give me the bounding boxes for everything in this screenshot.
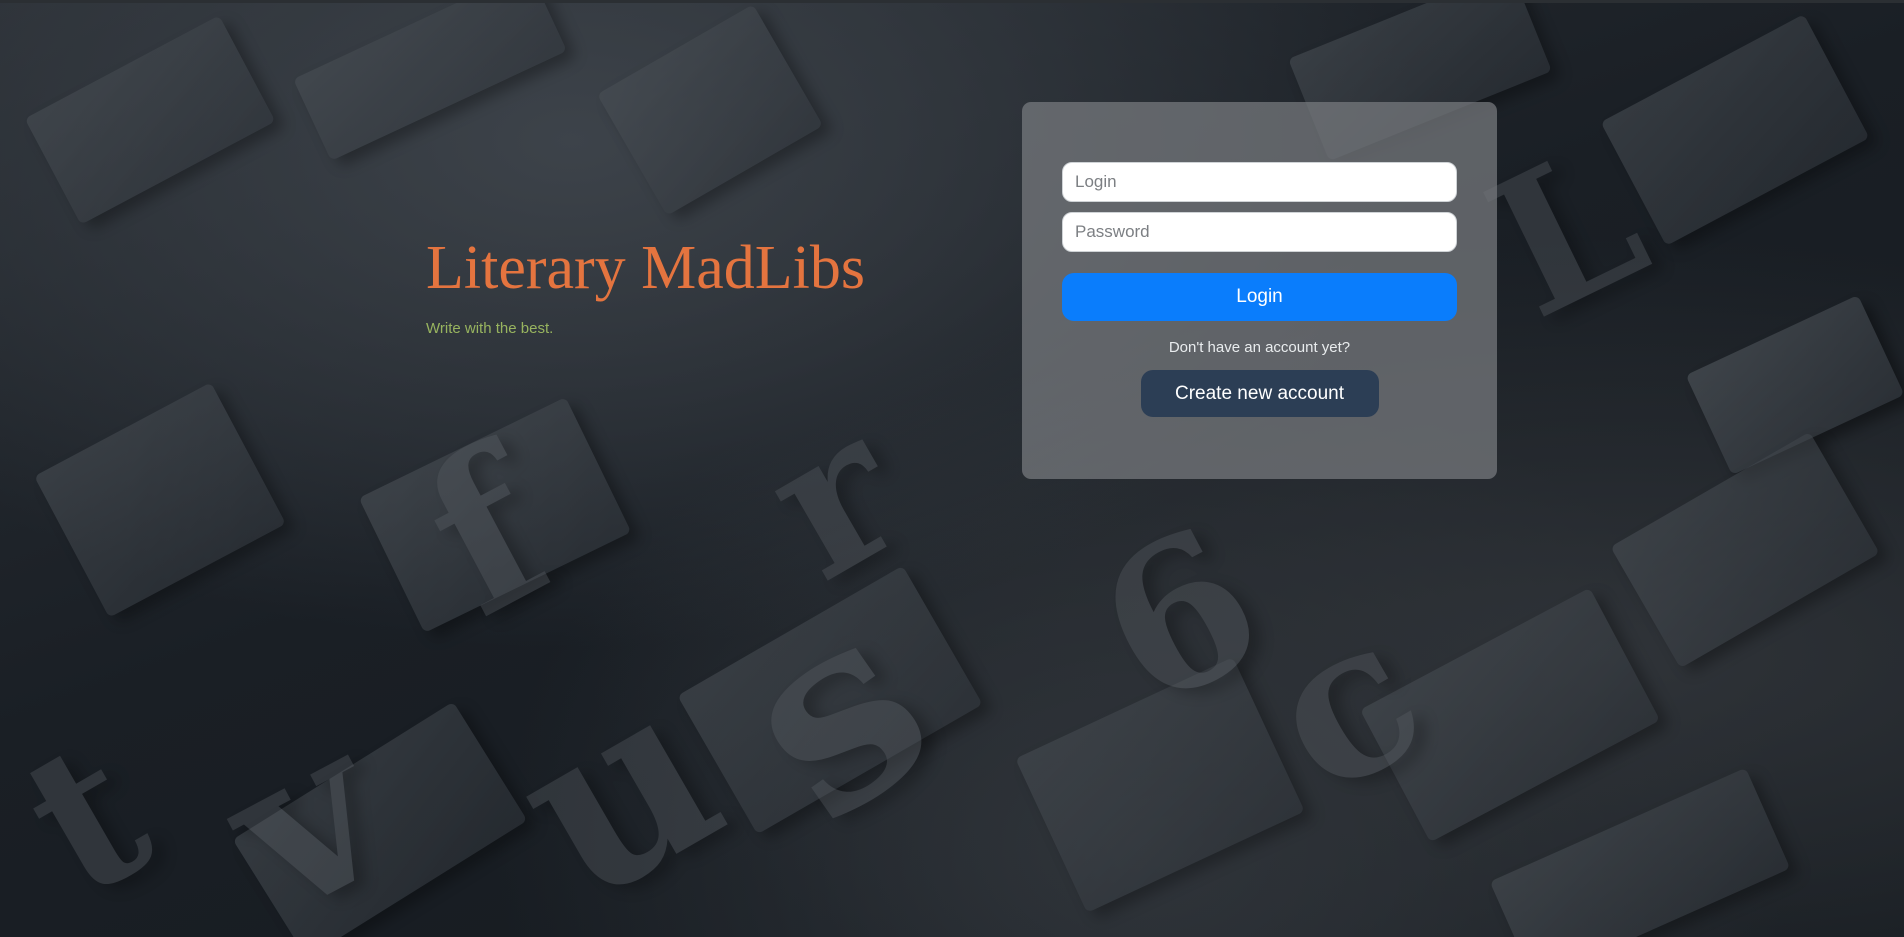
login-card: Login Don't have an account yet? Create … <box>1022 102 1497 479</box>
top-border <box>0 0 1904 3</box>
signup-prompt: Don't have an account yet? <box>1168 339 1351 356</box>
login-button[interactable]: Login <box>1062 273 1457 321</box>
hero-section: Literary MadLibs Write with the best. <box>426 230 865 337</box>
app-title: Literary MadLibs <box>426 234 866 302</box>
app-tagline: Write with the best. <box>426 320 554 337</box>
background-letterpress-image: f r s 6 c u v L t <box>0 0 1904 937</box>
password-input[interactable] <box>1062 212 1457 252</box>
login-input[interactable] <box>1062 162 1457 202</box>
create-account-button[interactable]: Create new account <box>1140 370 1379 417</box>
